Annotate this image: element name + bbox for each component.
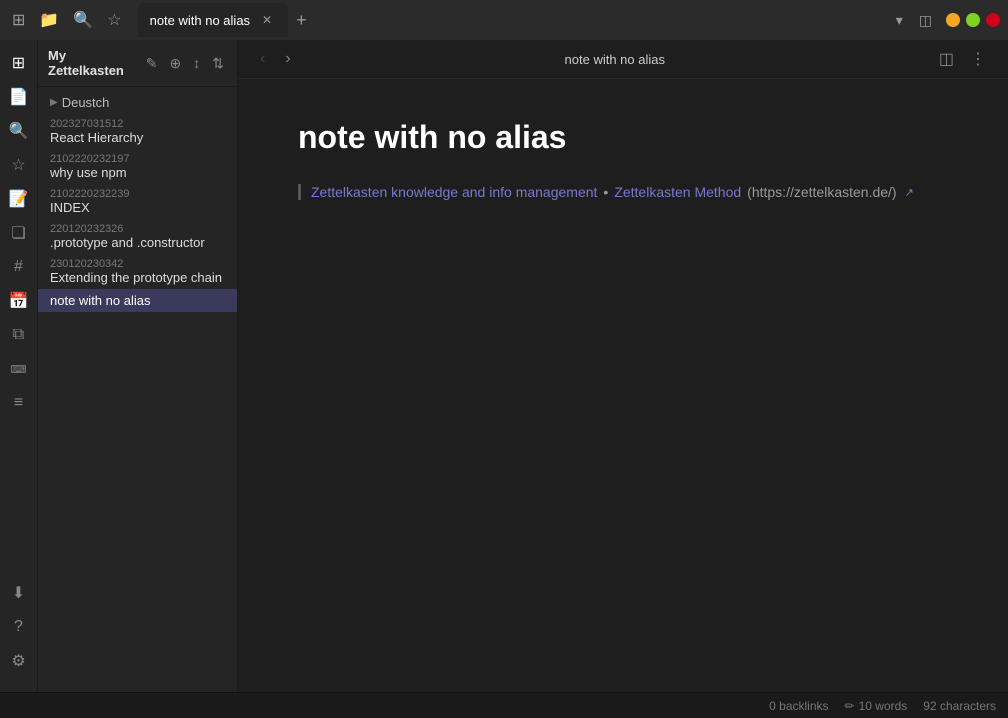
word-count: 10 words [859, 699, 908, 713]
files-icon[interactable]: 📄 [4, 82, 34, 112]
char-count-status: 92 characters [923, 699, 996, 713]
note-heading: note with no alias [298, 119, 948, 156]
word-count-status: ✏ 10 words [845, 699, 908, 713]
note-title: note with no alias [50, 293, 225, 308]
backlinks-status[interactable]: 0 backlinks [769, 699, 828, 713]
titlebar: ⊞ 📁 🔍 ☆ note with no alias ✕ + ▾ ◫ [0, 0, 1008, 40]
main-container: ⊞ 📄 🔍 ☆ 📝 ❏ # 📅 ⧉ ⌨ ≡ ⬇ ? ⚙ My Zettelkas… [0, 40, 1008, 692]
close-button[interactable] [986, 13, 1000, 27]
help-icon[interactable]: ? [4, 612, 34, 642]
pencil-icon: ✏ [845, 699, 855, 713]
note-title: why use npm [50, 165, 225, 180]
editor-toolbar: ‹ › note with no alias ◫ ⋮ [238, 40, 1008, 79]
vault-name: My Zettelkasten [48, 48, 137, 78]
note-id: 202327031512 [50, 118, 225, 130]
note-title: INDEX [50, 200, 225, 215]
note-links-line: Zettelkasten knowledge and info manageme… [298, 184, 948, 200]
settings-icon[interactable]: ⚙ [4, 646, 34, 676]
folder-item-deustch[interactable]: ▶ Deustch [38, 91, 237, 114]
star-sidebar-icon[interactable]: ☆ [4, 150, 34, 180]
editor-area: ‹ › note with no alias ◫ ⋮ note with no … [238, 40, 1008, 692]
editor-content: note with no alias Zettelkasten knowledg… [238, 79, 1008, 692]
char-count: 92 characters [923, 699, 996, 713]
file-tree: ▶ Deustch 202327031512 React Hierarchy 2… [38, 87, 237, 692]
terminal-icon[interactable]: ⌨ [4, 354, 34, 384]
note-id: 2102220232239 [50, 188, 225, 200]
note-item-react-hierarchy[interactable]: 202327031512 React Hierarchy [38, 114, 237, 149]
note-title: Extending the prototype chain [50, 270, 225, 285]
sidebar-toggle-right-icon[interactable]: ◫ [913, 8, 938, 33]
duplicate-icon[interactable]: ⧉ [4, 320, 34, 350]
sidebar-toggle-icon[interactable]: ⊞ [8, 6, 29, 34]
active-tab[interactable]: note with no alias ✕ [138, 3, 289, 37]
external-link-icon: ↗ [905, 186, 914, 199]
link-url-text: (https://zettelkasten.de/) [747, 184, 896, 200]
new-folder-icon[interactable]: ⊕ [167, 52, 185, 75]
zettelkasten-method-link[interactable]: Zettelkasten Method [614, 184, 741, 200]
note-item-why-use-npm[interactable]: 2102220232197 why use npm [38, 149, 237, 184]
zettelkasten-knowledge-link[interactable]: Zettelkasten knowledge and info manageme… [311, 184, 597, 200]
new-tab-button[interactable]: + [290, 8, 313, 33]
import-icon[interactable]: ⬇ [4, 578, 34, 608]
search-titlebar-icon[interactable]: 🔍 [69, 6, 97, 34]
note-item-extending-prototype[interactable]: 230120230342 Extending the prototype cha… [38, 254, 237, 289]
note-title: React Hierarchy [50, 130, 225, 145]
tab-bar: note with no alias ✕ + [138, 0, 882, 40]
bookmark-icon[interactable]: ☆ [103, 6, 125, 34]
more-options-icon[interactable]: ⋮ [964, 46, 992, 72]
file-panel-header: My Zettelkasten ✎ ⊕ ↕ ⇅ [38, 40, 237, 87]
maximize-button[interactable] [966, 13, 980, 27]
list-sidebar-icon[interactable]: ≡ [4, 388, 34, 418]
editor-toolbar-right: ◫ ⋮ [933, 46, 992, 72]
folder-arrow-icon: ▶ [50, 97, 58, 108]
note-item-prototype[interactable]: 220120232326 .prototype and .constructor [38, 219, 237, 254]
status-bar: 0 backlinks ✏ 10 words 92 characters [0, 692, 1008, 718]
tag-icon[interactable]: # [4, 252, 34, 282]
link-separator: • [603, 184, 608, 200]
backlinks-count: 0 backlinks [769, 699, 828, 713]
minimize-button[interactable] [946, 13, 960, 27]
folder-name: Deustch [62, 95, 110, 110]
grid-icon[interactable]: ⊞ [4, 48, 34, 78]
tab-close-button[interactable]: ✕ [258, 11, 276, 29]
dropdown-icon[interactable]: ▾ [890, 8, 909, 33]
reading-view-icon[interactable]: ◫ [933, 46, 960, 72]
titlebar-right: ▾ ◫ [890, 8, 1000, 33]
icon-sidebar-bottom: ⬇ ? ⚙ [4, 578, 34, 684]
editor-title: note with no alias [305, 52, 925, 67]
note-sidebar-icon[interactable]: 📝 [4, 184, 34, 214]
search-sidebar-icon[interactable]: 🔍 [4, 116, 34, 146]
new-note-icon[interactable]: ✎ [143, 52, 161, 75]
note-id: 230120230342 [50, 258, 225, 270]
note-item-no-alias[interactable]: note with no alias [38, 289, 237, 312]
titlebar-left-icons: ⊞ 📁 🔍 ☆ [8, 6, 126, 34]
layers-icon[interactable]: ❏ [4, 218, 34, 248]
icon-sidebar-top: ⊞ 📄 🔍 ☆ 📝 ❏ # 📅 ⧉ ⌨ ≡ [4, 48, 34, 574]
window-buttons [946, 13, 1000, 27]
nav-forward-button[interactable]: › [279, 47, 296, 71]
icon-sidebar: ⊞ 📄 🔍 ☆ 📝 ❏ # 📅 ⧉ ⌨ ≡ ⬇ ? ⚙ [0, 40, 38, 692]
nav-back-button[interactable]: ‹ [254, 47, 271, 71]
file-panel: My Zettelkasten ✎ ⊕ ↕ ⇅ ▶ Deustch 202327… [38, 40, 238, 692]
note-id: 2102220232197 [50, 153, 225, 165]
active-tab-label: note with no alias [150, 13, 250, 28]
note-title: .prototype and .constructor [50, 235, 225, 250]
collapse-icon[interactable]: ⇅ [209, 52, 227, 75]
calendar-icon[interactable]: 📅 [4, 286, 34, 316]
note-id: 220120232326 [50, 223, 225, 235]
sort-icon[interactable]: ↕ [190, 52, 203, 74]
folder-icon[interactable]: 📁 [35, 6, 63, 34]
note-item-index[interactable]: 2102220232239 INDEX [38, 184, 237, 219]
